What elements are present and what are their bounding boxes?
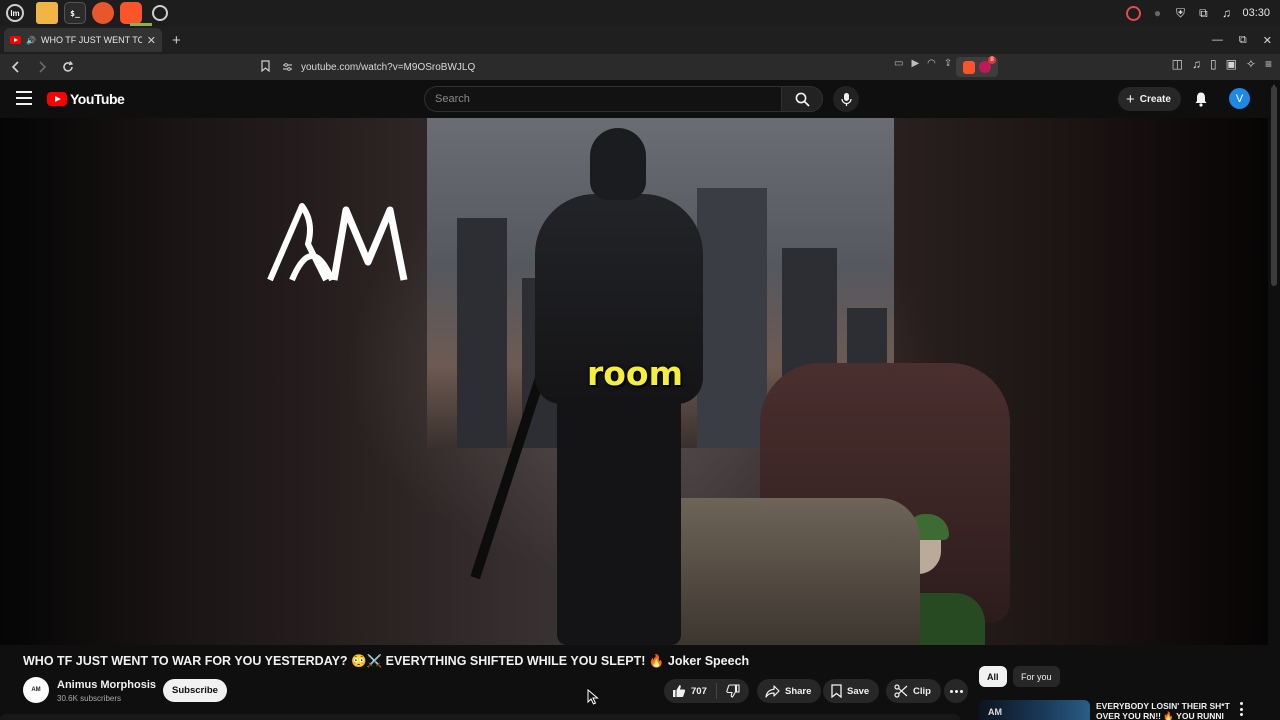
microphone-icon bbox=[840, 92, 852, 106]
terminal-icon[interactable]: $_ bbox=[64, 2, 86, 24]
leo-ai-icon[interactable]: ✧ bbox=[1246, 57, 1256, 71]
chip-all[interactable]: All bbox=[979, 666, 1007, 687]
wallet-icon[interactable]: ▣ bbox=[1226, 57, 1237, 71]
search-input[interactable] bbox=[435, 93, 781, 105]
play-icon[interactable]: ▶ bbox=[911, 58, 919, 69]
more-actions-icon[interactable] bbox=[944, 679, 968, 703]
channel-name[interactable]: Animus Morphosis bbox=[57, 679, 156, 691]
screenshot-icon[interactable]: ◫ bbox=[1172, 57, 1183, 71]
dislike-button[interactable] bbox=[717, 684, 749, 698]
like-count: 707 bbox=[691, 685, 707, 697]
clock[interactable]: 03:30 bbox=[1242, 7, 1270, 19]
share-icon bbox=[765, 684, 780, 698]
mouse-cursor-icon bbox=[587, 689, 599, 705]
recommendation-thumbnail[interactable]: AM bbox=[979, 700, 1090, 720]
brave-rewards-icon[interactable] bbox=[979, 56, 996, 73]
new-tab-button[interactable]: + bbox=[172, 32, 181, 49]
speaker-icon[interactable]: 🔊 bbox=[26, 36, 36, 45]
share-label: Share bbox=[785, 685, 812, 697]
create-button[interactable]: + Create bbox=[1118, 87, 1181, 111]
plus-icon: + bbox=[1126, 90, 1135, 108]
video-player[interactable]: room bbox=[0, 118, 1268, 645]
back-button[interactable] bbox=[6, 57, 26, 77]
scissors-icon bbox=[894, 684, 908, 698]
channel-watermark-logo bbox=[267, 203, 408, 282]
os-launchers: lm $_ bbox=[0, 2, 168, 24]
thumbs-down-icon bbox=[726, 684, 740, 698]
menu-icon[interactable]: ≡ bbox=[1265, 57, 1272, 71]
page-scrollbar[interactable] bbox=[1271, 86, 1277, 286]
toolbar-extensions: ◫ ♫ ▯ ▣ ✧ ≡ bbox=[1172, 57, 1272, 71]
description-panel-edge bbox=[0, 714, 960, 720]
recommendation-thumb-logo: AM bbox=[988, 707, 1002, 717]
search-box bbox=[424, 86, 781, 112]
tab-close-icon[interactable]: ✕ bbox=[147, 34, 156, 47]
address-bar-actions: ▭ ▶ ◠ ⇪ bbox=[894, 58, 952, 69]
maximize-button[interactable]: ⧉ bbox=[1239, 34, 1247, 47]
notifications-bell-icon[interactable] bbox=[1192, 89, 1210, 109]
hamburger-menu-icon[interactable] bbox=[16, 91, 32, 105]
browser-toolbar: youtube.com/watch?v=M9OSroBWJLQ ▭ ▶ ◠ ⇪ … bbox=[0, 54, 1280, 80]
recommendation-menu-icon[interactable] bbox=[1238, 702, 1244, 716]
media-icon[interactable]: ♫ bbox=[1192, 57, 1201, 71]
youtube-favicon-icon bbox=[10, 36, 21, 44]
like-button[interactable]: 707 bbox=[664, 683, 717, 699]
subscriber-count: 30.6K subscribers bbox=[57, 694, 122, 703]
clip-label: Clip bbox=[913, 685, 931, 697]
account-avatar[interactable]: V bbox=[1229, 88, 1250, 109]
rss-icon[interactable]: ◠ bbox=[927, 58, 936, 69]
video-caption: room bbox=[586, 354, 683, 393]
browser-tab-strip: 🔊 WHO TF JUST WENT TO W ✕ + — ⧉ ✕ bbox=[0, 26, 1280, 54]
brave-icon[interactable] bbox=[120, 2, 142, 24]
sound-icon[interactable]: ♫ bbox=[1219, 6, 1233, 20]
shield-icon[interactable]: ⛨ bbox=[1173, 6, 1187, 20]
youtube-header: YouTube + Create V bbox=[0, 80, 1280, 118]
minimize-button[interactable]: — bbox=[1212, 34, 1223, 46]
share-button[interactable]: Share bbox=[757, 679, 822, 703]
sidebar-icon[interactable]: ▯ bbox=[1210, 57, 1217, 71]
share-page-icon[interactable]: ⇪ bbox=[944, 58, 952, 69]
create-label: Create bbox=[1139, 93, 1171, 105]
save-bookmark-icon bbox=[831, 684, 842, 698]
recommendation-title[interactable]: EVERYBODY LOSIN' THEIR SH*T OVER YOU RN!… bbox=[1096, 701, 1236, 720]
search-button[interactable] bbox=[781, 86, 823, 112]
save-button[interactable]: Save bbox=[823, 679, 880, 703]
brave-shields-button[interactable] bbox=[956, 56, 998, 77]
files-icon[interactable] bbox=[36, 2, 58, 24]
video-title: WHO TF JUST WENT TO WAR FOR YOU YESTERDA… bbox=[23, 654, 750, 668]
close-window-button[interactable]: ✕ bbox=[1263, 34, 1272, 47]
reload-button[interactable] bbox=[58, 57, 78, 77]
browser-tab[interactable]: 🔊 WHO TF JUST WENT TO W ✕ bbox=[4, 28, 162, 52]
forward-button[interactable] bbox=[32, 57, 52, 77]
cast-icon[interactable]: ▭ bbox=[894, 58, 903, 69]
linux-mint-menu-icon[interactable]: lm bbox=[6, 4, 24, 22]
subscribe-button[interactable]: Subscribe bbox=[163, 679, 227, 702]
firefox-icon[interactable] bbox=[92, 2, 114, 24]
like-dislike-group: 707 bbox=[664, 679, 749, 703]
brave-shield-icon[interactable] bbox=[963, 60, 975, 74]
network-icon[interactable]: ⧉ bbox=[1196, 6, 1210, 20]
site-info-icon[interactable] bbox=[282, 62, 293, 72]
system-tray: ● ⛨ ⧉ ♫ 03:30 bbox=[1126, 0, 1270, 26]
youtube-logo-icon bbox=[47, 92, 67, 106]
chip-for-you[interactable]: For you bbox=[1013, 666, 1060, 687]
search-icon bbox=[795, 92, 810, 107]
clip-button[interactable]: Clip bbox=[886, 679, 941, 703]
youtube-logo-text: YouTube bbox=[70, 91, 125, 107]
os-top-panel: lm $_ ● ⛨ ⧉ ♫ 03:30 bbox=[0, 0, 1280, 26]
thumbs-up-icon bbox=[673, 685, 686, 697]
channel-avatar[interactable]: AM bbox=[23, 677, 49, 703]
voice-search-button[interactable] bbox=[833, 86, 859, 112]
recording-icon[interactable] bbox=[1126, 5, 1142, 21]
window-controls: — ⧉ ✕ bbox=[1212, 26, 1272, 54]
tab-title: WHO TF JUST WENT TO W bbox=[40, 35, 142, 45]
youtube-logo[interactable]: YouTube bbox=[47, 91, 125, 107]
chrome-icon[interactable] bbox=[152, 5, 168, 21]
url-text: youtube.com/watch?v=M9OSroBWJLQ bbox=[301, 61, 476, 73]
save-label: Save bbox=[847, 685, 870, 697]
bookmark-icon[interactable] bbox=[258, 57, 272, 75]
notification-dot-icon[interactable]: ● bbox=[1150, 6, 1164, 20]
